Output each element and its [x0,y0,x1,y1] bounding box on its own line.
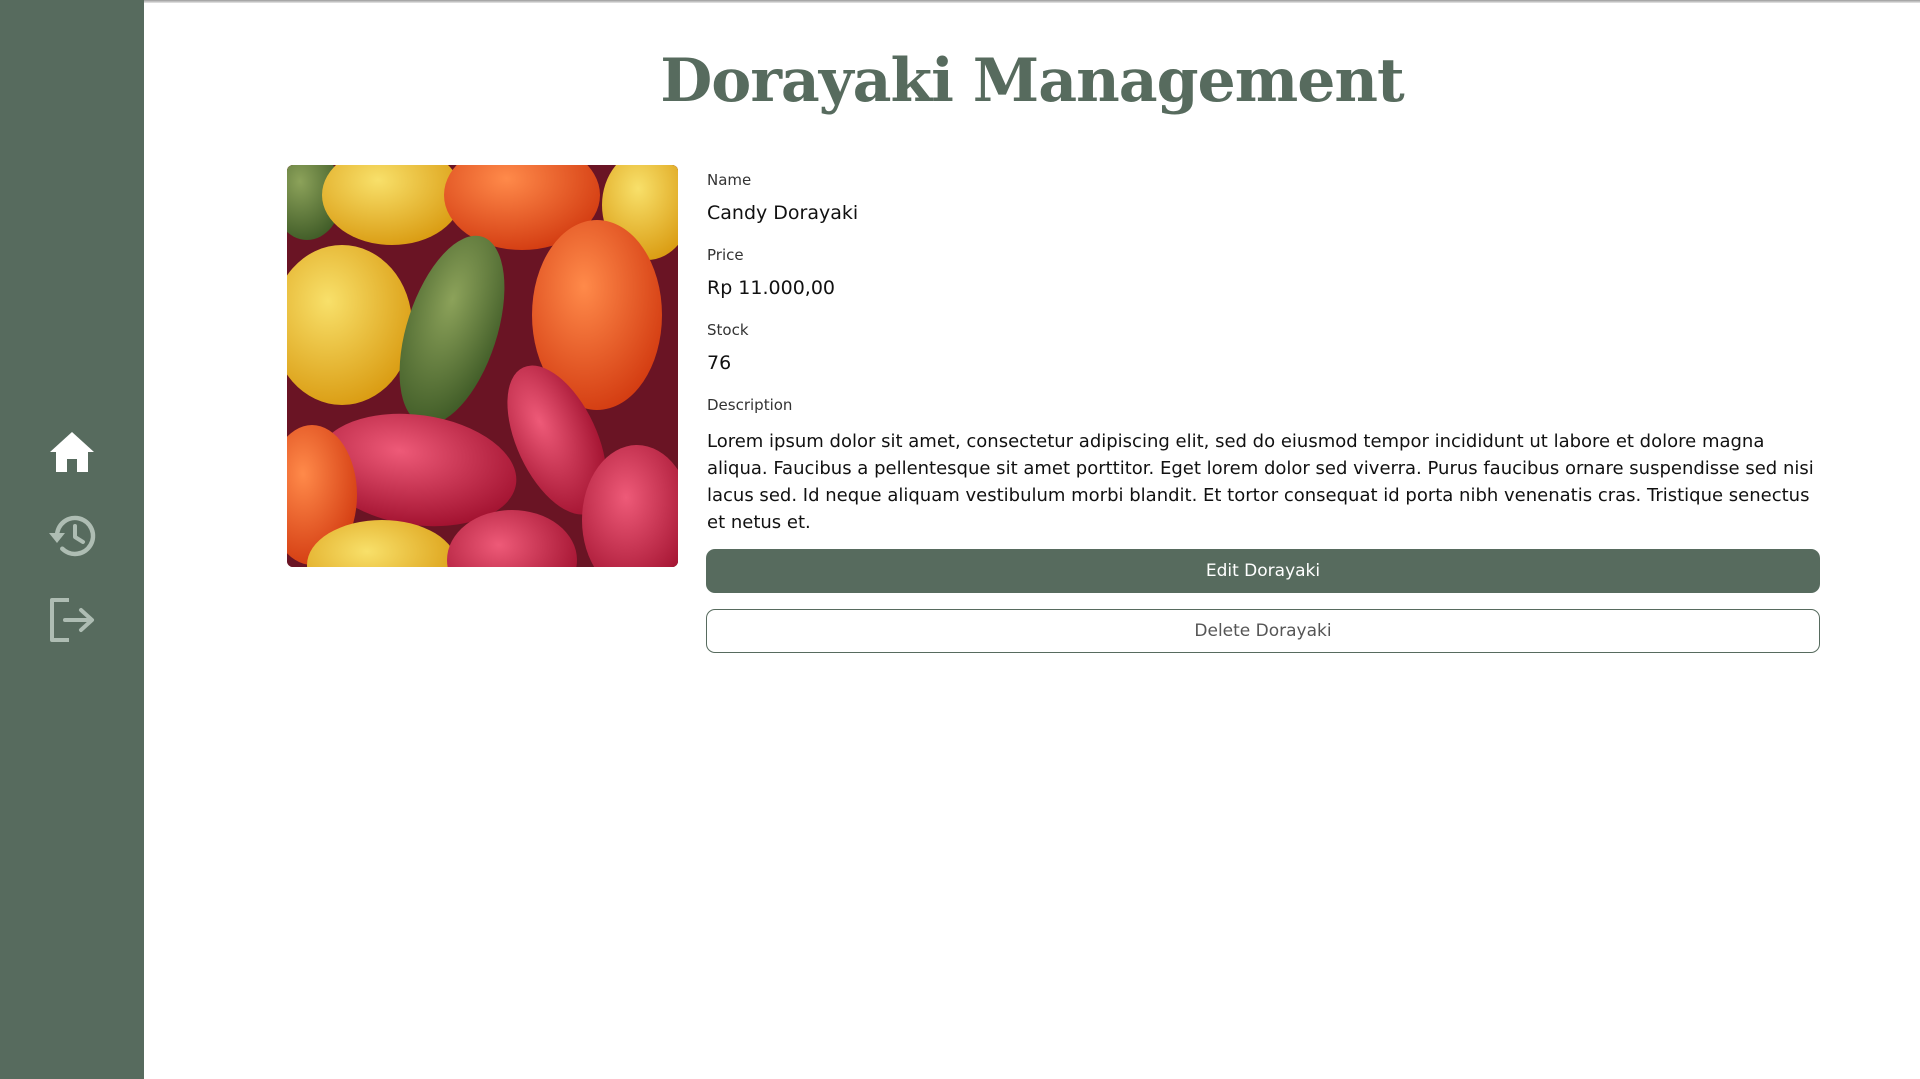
name-label: Name [707,171,752,189]
price-label: Price [707,246,744,264]
product-price: Rp 11.000,00 [707,277,835,299]
page-title: Dorayaki Management [660,46,1404,116]
sidebar [0,0,144,1079]
product-name: Candy Dorayaki [707,202,859,224]
edit-dorayaki-button[interactable]: Edit Dorayaki [706,549,1820,593]
product-description: Lorem ipsum dolor sit amet, consectetur … [707,431,1814,533]
delete-dorayaki-button[interactable]: Delete Dorayaki [706,609,1820,653]
product-stock: 76 [707,352,732,374]
candy-photo [287,165,678,567]
stock-label: Stock [707,321,749,339]
logout-icon[interactable] [44,592,100,648]
home-icon[interactable] [44,424,100,480]
top-border [0,0,1920,3]
description-label: Description [707,396,793,414]
history-icon[interactable] [44,508,100,564]
